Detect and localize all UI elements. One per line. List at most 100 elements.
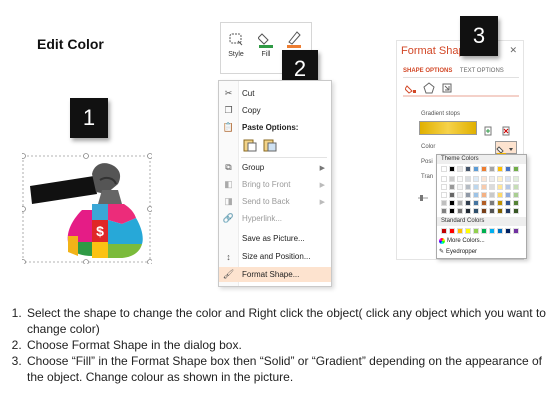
theme-color-swatch[interactable] [457,192,463,198]
theme-color-swatch[interactable] [513,200,519,206]
theme-color-swatch[interactable] [457,166,463,172]
chevron-right-icon: ▶ [319,198,325,206]
theme-color-swatch[interactable] [473,192,479,198]
menu-item-bring-to-front[interactable]: ◧ Bring to Front ▶ [219,177,331,192]
menu-item-hyperlink[interactable]: 🔗 Hyperlink... [219,211,331,226]
theme-color-swatch[interactable] [497,200,503,206]
more-colors-label: More Colors... [447,238,485,244]
theme-color-swatch[interactable] [473,184,479,190]
theme-color-swatch[interactable] [489,208,495,214]
theme-color-swatch[interactable] [497,184,503,190]
menu-item-size-and-position[interactable]: ↕ Size and Position... [219,249,331,264]
menu-item-copy[interactable]: ❐ Copy [219,103,331,118]
style-label: Style [228,51,244,58]
theme-color-swatch[interactable] [481,166,487,172]
close-icon[interactable]: ✕ [509,45,517,56]
theme-color-swatch[interactable] [473,176,479,182]
theme-color-swatch[interactable] [457,200,463,206]
theme-color-swatch[interactable] [505,192,511,198]
theme-color-swatch[interactable] [513,176,519,182]
theme-color-swatch[interactable] [449,166,455,172]
theme-color-swatch[interactable] [481,200,487,206]
theme-color-swatch[interactable] [441,200,447,206]
money-bag-shape[interactable]: $ [20,148,153,265]
standard-color-swatch[interactable] [481,228,487,234]
theme-color-swatch[interactable] [505,200,511,206]
theme-color-swatch[interactable] [497,192,503,198]
menu-item-save-as-picture[interactable]: Save as Picture... [219,231,331,246]
theme-color-swatch[interactable] [489,166,495,172]
theme-color-swatch[interactable] [441,208,447,214]
theme-color-swatch[interactable] [489,192,495,198]
eyedropper-item[interactable]: ✎ Eyedropper [439,248,477,256]
menu-item-format-shape[interactable]: 🖌 Format Shape... [219,267,331,282]
theme-color-swatch[interactable] [513,192,519,198]
theme-color-swatch[interactable] [449,208,455,214]
menu-item-send-to-back[interactable]: ◨ Send to Back ▶ [219,194,331,209]
theme-color-swatch[interactable] [497,208,503,214]
remove-gradient-stop-icon[interactable] [501,123,511,141]
theme-color-swatch[interactable] [481,192,487,198]
theme-color-swatch[interactable] [489,184,495,190]
theme-color-swatch[interactable] [465,208,471,214]
theme-color-swatch[interactable] [505,176,511,182]
standard-color-swatch[interactable] [449,228,455,234]
theme-color-swatch[interactable] [473,200,479,206]
theme-color-swatch[interactable] [505,184,511,190]
add-gradient-stop-icon[interactable] [483,123,493,141]
theme-color-swatch[interactable] [449,192,455,198]
brightness-slider[interactable] [417,189,429,201]
theme-color-swatch[interactable] [465,184,471,190]
theme-color-swatch[interactable] [465,166,471,172]
theme-color-swatch[interactable] [441,184,447,190]
more-colors-item[interactable]: More Colors... [439,238,485,244]
theme-color-swatch[interactable] [505,166,511,172]
theme-color-swatch[interactable] [513,208,519,214]
money-bag-graphic: $ [20,153,153,265]
theme-color-swatch[interactable] [449,184,455,190]
theme-color-swatch[interactable] [441,192,447,198]
theme-color-swatch[interactable] [481,208,487,214]
paste-option-picture[interactable] [263,138,277,154]
theme-color-swatch[interactable] [465,176,471,182]
gradient-stops-bar[interactable] [419,121,477,135]
standard-color-swatch[interactable] [465,228,471,234]
theme-color-swatch[interactable] [489,200,495,206]
theme-color-swatch[interactable] [497,166,503,172]
standard-color-swatch[interactable] [505,228,511,234]
theme-color-swatch[interactable] [457,184,463,190]
theme-color-swatch[interactable] [489,176,495,182]
theme-color-swatch[interactable] [441,166,447,172]
theme-color-swatch[interactable] [481,176,487,182]
standard-color-swatch[interactable] [457,228,463,234]
fill-button[interactable]: Fill [253,27,279,69]
theme-color-swatch[interactable] [449,200,455,206]
theme-color-swatch[interactable] [457,176,463,182]
theme-color-swatch[interactable] [481,184,487,190]
theme-color-swatch[interactable] [513,184,519,190]
menu-item-group[interactable]: ⧉ Group ▶ [219,160,331,175]
pen-outline-icon [281,27,307,51]
theme-color-swatch[interactable] [465,200,471,206]
theme-color-swatch[interactable] [465,192,471,198]
tab-text-options[interactable]: TEXT OPTIONS [460,68,504,74]
theme-color-swatch[interactable] [449,176,455,182]
color-picker-button[interactable] [495,141,517,155]
paste-option-keep-source[interactable] [243,138,257,154]
theme-color-swatch[interactable] [441,176,447,182]
theme-color-swatch[interactable] [457,208,463,214]
standard-color-swatch[interactable] [473,228,479,234]
theme-color-swatch[interactable] [513,166,519,172]
theme-color-swatch[interactable] [473,166,479,172]
menu-item-cut[interactable]: ✂ Cut [219,86,331,101]
standard-color-swatch[interactable] [441,228,447,234]
theme-color-swatch[interactable] [497,176,503,182]
tab-shape-options[interactable]: SHAPE OPTIONS [403,68,452,74]
theme-color-swatch[interactable] [473,208,479,214]
style-button[interactable]: Style [223,27,249,69]
standard-color-swatch[interactable] [489,228,495,234]
standard-color-swatch[interactable] [497,228,503,234]
menu-item-label: Save as Picture... [242,234,305,243]
theme-color-swatch[interactable] [505,208,511,214]
standard-color-swatch[interactable] [513,228,519,234]
